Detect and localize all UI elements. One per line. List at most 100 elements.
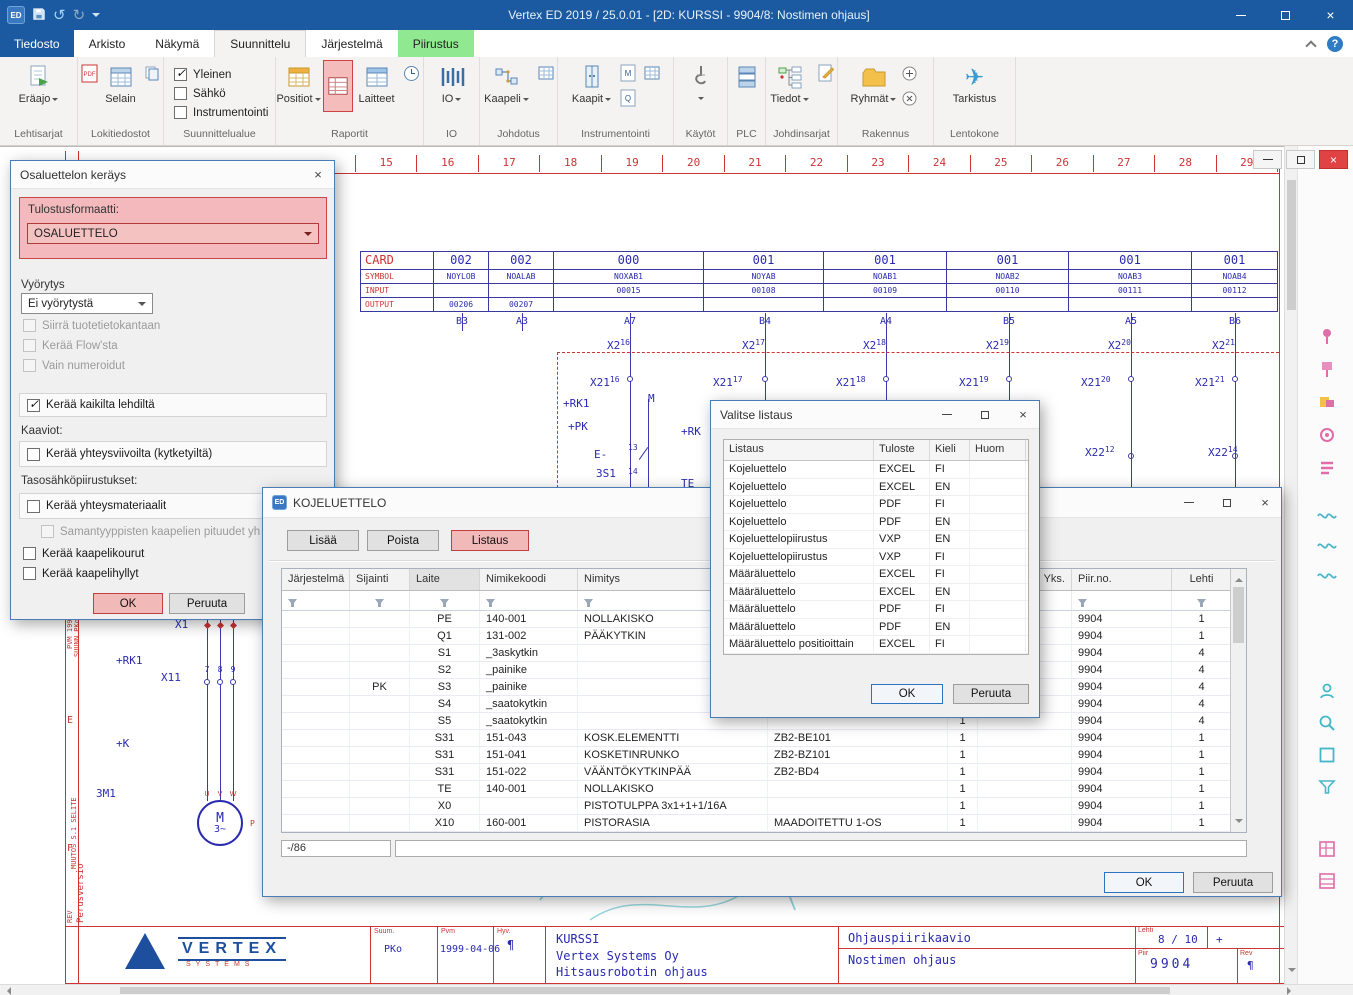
checkbox-siirra-tuotetietokantaan[interactable]: Siirrä tuotetietokantaan bbox=[23, 319, 160, 332]
checkbox-keraa-yhteysmateriaalit[interactable]: Kerää yhteysmateriaalit bbox=[27, 500, 166, 513]
dialog-close-button[interactable]: × bbox=[1249, 492, 1281, 514]
checkbox-keraa-yhteysviivoilta[interactable]: Kerää yhteysviivoilta (kytketyiltä) bbox=[27, 448, 212, 461]
column-filter[interactable] bbox=[350, 591, 410, 610]
column-filter[interactable] bbox=[1172, 591, 1232, 610]
ok-button[interactable]: OK bbox=[1104, 872, 1184, 893]
column-header[interactable]: Kieli bbox=[930, 440, 970, 460]
laitteet-button[interactable]: Laitteet bbox=[355, 60, 399, 105]
tarkistus-button[interactable]: ✈ Tarkistus bbox=[944, 60, 1006, 105]
pdf-log-button[interactable]: PDF bbox=[78, 62, 100, 84]
dialog-minimize-button[interactable] bbox=[1173, 492, 1205, 514]
cancel-button[interactable]: Peruuta bbox=[169, 593, 245, 614]
column-filter[interactable] bbox=[282, 591, 350, 610]
table-row[interactable]: KojeluetteloPDF FI bbox=[724, 496, 1028, 514]
maximize-button[interactable] bbox=[1263, 0, 1308, 30]
checkbox-keraa-flowsta[interactable]: Kerää Flow'sta bbox=[23, 339, 118, 352]
table-row[interactable]: Määräluettelo positioittainEXCEL FI bbox=[724, 636, 1028, 654]
table-row[interactable]: KojeluetteloPDF EN bbox=[724, 514, 1028, 532]
ok-button[interactable]: OK bbox=[871, 684, 943, 704]
poista-button[interactable]: Poista bbox=[367, 530, 439, 551]
bars-tool-button[interactable] bbox=[1316, 457, 1338, 479]
format-combobox[interactable]: OSALUETTELO bbox=[27, 223, 319, 244]
table-row[interactable]: KojeluettelopiirustusVXP EN bbox=[724, 531, 1028, 549]
table-row[interactable]: KojeluetteloEXCEL EN bbox=[724, 479, 1028, 497]
ryhmat-button[interactable]: Ryhmät bbox=[851, 60, 897, 105]
column-filter[interactable] bbox=[480, 591, 578, 610]
ribbon-collapse-button[interactable] bbox=[1307, 38, 1315, 50]
dialog-title-bar[interactable]: Osaluettelon keräys × bbox=[11, 161, 334, 189]
dialog-close-button[interactable]: × bbox=[302, 164, 334, 186]
io-button[interactable]: IO bbox=[425, 60, 479, 105]
plc-button[interactable] bbox=[736, 66, 758, 88]
column-header[interactable]: Tuloste bbox=[874, 440, 930, 460]
checkbox-keraa-kaikilta-lehdilta[interactable]: Kerää kaikilta lehdiltä bbox=[27, 399, 155, 412]
zoom-tool-button[interactable] bbox=[1316, 712, 1338, 734]
parts-list-active-button[interactable] bbox=[323, 60, 353, 112]
tab-piirustus[interactable]: Piirustus bbox=[398, 30, 474, 57]
qat-customize-button[interactable] bbox=[92, 13, 100, 21]
help-button[interactable]: ? bbox=[1327, 36, 1343, 52]
remove-group-button[interactable] bbox=[899, 87, 921, 109]
tab-arkisto[interactable]: Arkisto bbox=[74, 30, 141, 57]
tag-tool-button[interactable] bbox=[1316, 391, 1338, 413]
schedule-button[interactable] bbox=[401, 62, 423, 84]
column-header[interactable]: Huom bbox=[970, 440, 1026, 460]
table-row[interactable]: MääräluetteloEXCEL FI bbox=[724, 566, 1028, 584]
column-header[interactable]: Laite bbox=[410, 569, 480, 590]
horizontal-scrollbar-thumb[interactable] bbox=[120, 987, 1170, 994]
eraajo-button[interactable]: Eräajo bbox=[12, 60, 66, 105]
vyorytys-combobox[interactable]: Ei vyörytystä bbox=[21, 293, 153, 314]
mdi-minimize-button[interactable] bbox=[1253, 150, 1282, 169]
tiedot-button[interactable]: Tiedot bbox=[766, 60, 813, 105]
stamp-tool-button[interactable] bbox=[1316, 424, 1338, 446]
filter-tool-button[interactable] bbox=[1316, 776, 1338, 798]
column-filter[interactable] bbox=[1072, 591, 1172, 610]
kaytot-button[interactable] bbox=[674, 60, 727, 103]
column-header[interactable]: Listaus bbox=[724, 440, 874, 460]
instrument-grid-button[interactable] bbox=[641, 62, 663, 84]
column-header[interactable]: Järjestelmä bbox=[282, 569, 350, 590]
pin-alt-tool-button[interactable] bbox=[1316, 358, 1338, 380]
table-row[interactable]: X10160-001 PISTORASIAMAADOITETTU 1-OS 1 … bbox=[282, 815, 1232, 832]
user-tool-button[interactable] bbox=[1316, 680, 1338, 702]
tab-jarjestelma[interactable]: Järjestelmä bbox=[306, 30, 397, 57]
pin-tool-button[interactable] bbox=[1316, 325, 1338, 347]
checkbox-samantyyppisten[interactable]: Samantyyppisten kaapelien pituudet yh bbox=[41, 525, 260, 538]
column-header[interactable]: Sijainti bbox=[350, 569, 410, 590]
quality-doc-button[interactable]: Q bbox=[617, 87, 639, 109]
minimize-button[interactable] bbox=[1218, 0, 1263, 30]
table-row[interactable]: KojeluetteloEXCEL FI bbox=[724, 461, 1028, 479]
table-row[interactable]: MääräluetteloPDF EN bbox=[724, 619, 1028, 637]
horizontal-scrollbar[interactable] bbox=[0, 984, 1353, 995]
redo-button[interactable]: ↻ bbox=[73, 8, 86, 23]
column-header[interactable]: Piir.no. bbox=[1072, 569, 1172, 590]
wiring-table-button[interactable] bbox=[535, 62, 557, 84]
checkbox-keraa-kaapelihyllyt[interactable]: Kerää kaapelihyllyt bbox=[23, 567, 139, 580]
vertical-scrollbar-thumb[interactable] bbox=[1287, 180, 1296, 310]
cancel-button[interactable]: Peruuta bbox=[1193, 872, 1273, 893]
mdi-restore-button[interactable] bbox=[1286, 150, 1315, 169]
dialog-close-button[interactable]: × bbox=[1007, 404, 1039, 426]
wave-tool-button-2[interactable] bbox=[1316, 535, 1338, 557]
checkbox-instrumentointi[interactable]: Instrumentointi bbox=[174, 106, 268, 119]
listaus-button[interactable]: Listaus bbox=[451, 530, 529, 551]
wave-tool-button-3[interactable] bbox=[1316, 565, 1338, 587]
table-row[interactable]: MääräluetteloPDF FI bbox=[724, 601, 1028, 619]
grid-tool-button-1[interactable] bbox=[1316, 838, 1338, 860]
wave-tool-button-1[interactable] bbox=[1316, 505, 1338, 527]
tab-nakyma[interactable]: Näkymä bbox=[140, 30, 214, 57]
kaapit-button[interactable]: Kaapit bbox=[569, 60, 615, 105]
copy-log-button[interactable] bbox=[141, 62, 163, 84]
tab-suunnittelu[interactable]: Suunnittelu bbox=[214, 30, 306, 57]
table-row[interactable]: S31151-022 VÄÄNTÖKYTKINPÄÄZB2-BD4 1 9904… bbox=[282, 764, 1232, 781]
dialog-title-bar[interactable]: Valitse listaus × bbox=[711, 401, 1039, 429]
positiot-button[interactable]: Positiot bbox=[277, 60, 321, 105]
ok-button[interactable]: OK bbox=[93, 593, 163, 614]
column-filter[interactable] bbox=[410, 591, 480, 610]
kaapeli-button[interactable]: Kaapeli bbox=[480, 60, 533, 105]
dialog-maximize-button[interactable] bbox=[969, 404, 1001, 426]
edit-doc-button[interactable] bbox=[815, 62, 837, 84]
checkbox-yleinen[interactable]: Yleinen bbox=[174, 68, 231, 81]
column-header[interactable]: Nimikekoodi bbox=[480, 569, 578, 590]
cancel-button[interactable]: Peruuta bbox=[953, 684, 1029, 704]
